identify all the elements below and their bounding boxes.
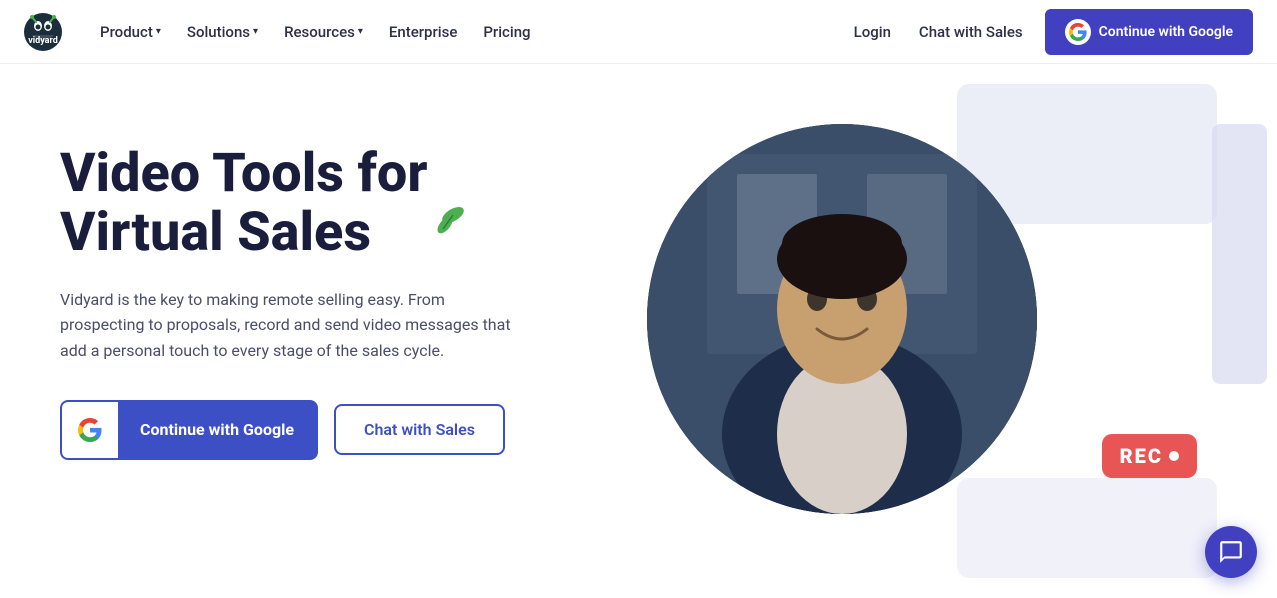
nav-resources[interactable]: Resources ▾ — [274, 17, 373, 47]
nav-links: Product ▾ Solutions ▾ Resources ▾ Enterp… — [90, 17, 541, 47]
hero-cta-buttons: Continue with Google Chat with Sales — [60, 400, 520, 460]
svg-text:vidyard: vidyard — [28, 36, 58, 46]
navbar: vidyard Product ▾ Solutions ▾ Resources … — [0, 0, 1277, 64]
product-chevron-icon: ▾ — [156, 26, 161, 37]
deco-card-right — [1212, 124, 1267, 384]
nav-google-button[interactable]: Continue with Google — [1045, 9, 1253, 55]
nav-solutions[interactable]: Solutions ▾ — [177, 17, 268, 47]
hero-visual: REC — [557, 64, 1277, 598]
hero-description: Vidyard is the key to making remote sell… — [60, 287, 520, 364]
resources-chevron-icon: ▾ — [358, 26, 363, 37]
logo[interactable]: vidyard — [24, 13, 62, 51]
google-icon-large — [62, 402, 118, 458]
nav-pricing[interactable]: Pricing — [473, 17, 540, 47]
hero-chat-button[interactable]: Chat with Sales — [334, 404, 505, 455]
hero-title: Video Tools for Virtual Sales — [60, 144, 427, 263]
nav-product[interactable]: Product ▾ — [90, 17, 171, 47]
person-graphic — [647, 124, 1037, 514]
rec-dot — [1169, 451, 1179, 461]
nav-enterprise[interactable]: Enterprise — [379, 17, 467, 47]
nav-login-link[interactable]: Login — [840, 17, 905, 47]
hero-section: Video Tools for Virtual Sales Vidyard is… — [0, 64, 1277, 598]
hero-content: Video Tools for Virtual Sales Vidyard is… — [0, 64, 560, 520]
solutions-chevron-icon: ▾ — [253, 26, 258, 37]
rec-badge: REC — [1102, 434, 1197, 478]
chat-widget-button[interactable] — [1205, 526, 1257, 578]
nav-chat-sales-link[interactable]: Chat with Sales — [905, 17, 1037, 47]
hero-google-button[interactable]: Continue with Google — [60, 400, 318, 460]
leaf-decoration — [425, 199, 467, 244]
google-icon — [1065, 19, 1091, 45]
video-circle — [647, 124, 1037, 514]
